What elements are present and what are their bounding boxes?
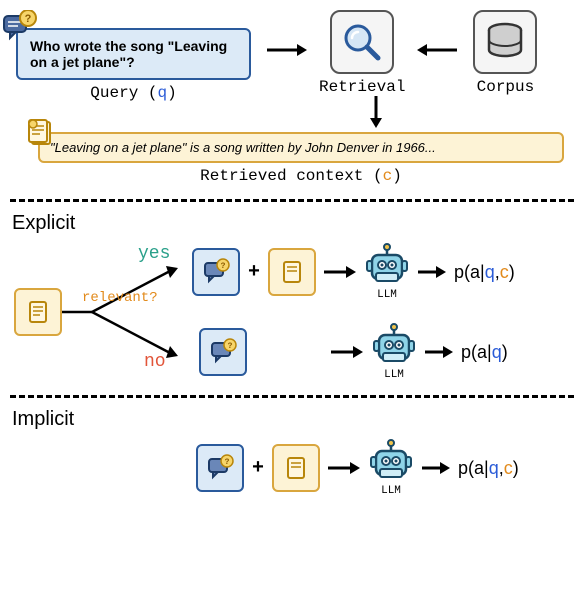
corpus-block: Corpus [473, 10, 537, 96]
arrow-right-icon [320, 458, 366, 478]
plus-icon: + [244, 457, 272, 480]
yes-label: yes [138, 244, 170, 264]
prob-yes: p(a|q,c) [450, 262, 515, 283]
query-mini-icon: ? [199, 328, 247, 376]
prob-impl-q: q [489, 458, 499, 478]
prob-yes-pre: p(a| [454, 262, 485, 282]
query-text: Who wrote the song "Leaving on a jet pla… [30, 38, 227, 70]
branch: relevant? yes no [62, 252, 192, 372]
context-text: "Leaving on a jet plane" is a song writt… [50, 140, 436, 155]
query-box: ? Who wrote the song "Leaving on a jet p… [16, 28, 251, 80]
prob-yes-c: c [500, 262, 509, 282]
llm-label: LLM [384, 369, 404, 381]
retrieval-label: Retrieval [319, 78, 405, 96]
no-label: no [144, 352, 166, 372]
magnifier-icon [340, 20, 384, 64]
context-label-post: ) [392, 167, 402, 185]
prob-implicit: p(a|q,c) [454, 458, 519, 479]
svg-text:?: ? [228, 342, 233, 351]
explicit-title: Explicit [12, 212, 574, 235]
arrow-down-icon [364, 96, 388, 130]
divider-1 [10, 199, 574, 202]
context-label: Retrieved context (c) [38, 167, 564, 185]
chat-question-icon: ? [201, 257, 231, 287]
robot-icon [366, 439, 416, 483]
prob-impl-post: ) [513, 458, 519, 478]
query-label-pre: Query ( [90, 84, 157, 102]
arrow-left-icon [409, 38, 469, 62]
query-mini-icon: ? [192, 248, 240, 296]
arrow-right-icon [419, 342, 457, 362]
svg-text:?: ? [25, 13, 32, 25]
context-var: c [383, 167, 393, 185]
chat-question-icon: ? [208, 337, 238, 367]
svg-text:?: ? [221, 262, 226, 271]
database-icon [483, 20, 527, 64]
explicit-yes-row: ? + [192, 243, 515, 301]
plus-icon: + [240, 261, 268, 284]
context-label-pre: Retrieved context ( [200, 167, 382, 185]
divider-2 [10, 395, 574, 398]
query-label: Query (q) [90, 84, 176, 102]
context-mini-icon [272, 444, 320, 492]
document-icon [26, 118, 56, 148]
query-block: ? Who wrote the song "Leaving on a jet p… [16, 28, 251, 102]
arrow-right-icon [255, 38, 315, 62]
llm-label: LLM [381, 485, 401, 497]
prob-no-pre: p(a| [461, 342, 492, 362]
implicit-row: ? + LLM p(a|q,c) [196, 439, 574, 497]
explicit-context-icon [14, 288, 62, 336]
svg-text:?: ? [225, 458, 230, 467]
llm-label: LLM [377, 289, 397, 301]
relevant-label: relevant? [82, 290, 158, 306]
prob-yes-q: q [485, 262, 495, 282]
llm-block: LLM [362, 243, 412, 301]
arrow-right-icon [412, 262, 450, 282]
retrieval-block: Retrieval [319, 10, 405, 96]
prob-no: p(a|q) [457, 342, 508, 363]
document-icon [23, 297, 53, 327]
corpus-label: Corpus [477, 78, 535, 96]
prob-no-post: ) [502, 342, 508, 362]
context-mini-icon [268, 248, 316, 296]
query-var: q [158, 84, 168, 102]
explicit-no-row: ? LLM [199, 323, 508, 381]
prob-impl-c: c [504, 458, 513, 478]
document-icon [277, 257, 307, 287]
implicit-title: Implicit [12, 408, 574, 431]
retrieval-icon-frame [330, 10, 394, 74]
context-box: "Leaving on a jet plane" is a song writt… [38, 132, 564, 163]
corpus-icon-frame [473, 10, 537, 74]
query-mini-icon: ? [196, 444, 244, 492]
llm-block: LLM [369, 323, 419, 381]
chat-question-icon: ? [2, 10, 38, 46]
prob-no-q: q [492, 342, 502, 362]
llm-block: LLM [366, 439, 416, 497]
chat-question-icon: ? [205, 453, 235, 483]
document-icon [281, 453, 311, 483]
arrow-right-icon [416, 458, 454, 478]
prob-yes-post: ) [509, 262, 515, 282]
robot-icon [369, 323, 419, 367]
arrow-right-icon [323, 342, 369, 362]
robot-icon [362, 243, 412, 287]
query-label-post: ) [167, 84, 177, 102]
prob-impl-pre: p(a| [458, 458, 489, 478]
arrow-right-icon [316, 262, 362, 282]
